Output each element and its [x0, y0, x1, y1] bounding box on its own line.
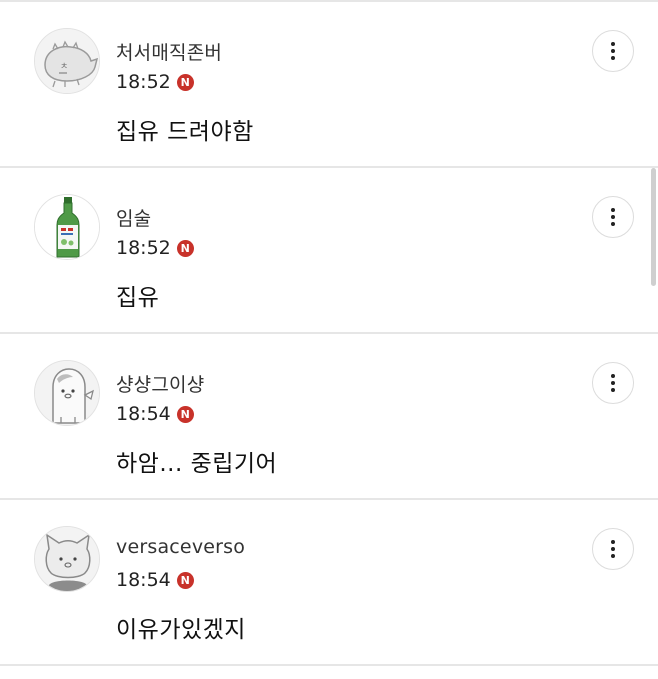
svg-text:ㅊ: ㅊ [60, 62, 68, 72]
more-options-button[interactable] [592, 528, 634, 570]
more-vertical-icon [611, 374, 615, 392]
comment-meta: 18:52 N [116, 69, 194, 95]
more-vertical-icon [611, 208, 615, 226]
comment-time: 18:54 [116, 403, 171, 425]
new-badge: N [176, 239, 194, 257]
comment-item: 샹샹그이샹 18:54 N 하암... 중립기어 [0, 334, 658, 500]
sea-creature-doodle-icon: ㅊ [35, 29, 99, 93]
comment-item: 임술 18:52 N 집유 [0, 168, 658, 334]
more-vertical-icon [611, 540, 615, 558]
new-badge: N [176, 571, 194, 589]
comment-nickname[interactable]: 샹샹그이샹 [116, 370, 204, 397]
avatar[interactable] [34, 194, 100, 260]
soju-bottle-icon [35, 195, 99, 259]
avatar[interactable]: ㅊ [34, 28, 100, 94]
cat-face-icon [35, 527, 99, 591]
comment-text: 이유가있겠지 [116, 617, 246, 643]
new-badge: N [176, 405, 194, 423]
comment-time: 18:54 [116, 569, 171, 591]
avatar[interactable] [34, 360, 100, 426]
comment-text: 하암... 중립기어 [116, 451, 278, 477]
comment-nickname[interactable]: 처서매직존버 [116, 38, 222, 65]
comment-item: ㅊ 처서매직존버 18:52 N 집유 드려야함 [0, 2, 658, 168]
comment-nickname[interactable]: 임술 [116, 204, 151, 231]
comment-nickname[interactable]: versaceverso [116, 536, 245, 558]
comment-meta: 18:52 N [116, 235, 194, 261]
comment-time: 18:52 [116, 237, 171, 259]
comment-meta: 18:54 N [116, 401, 194, 427]
comment-item: versaceverso 18:54 N 이유가있겠지 [0, 500, 658, 666]
comment-text: 집유 드려야함 [116, 119, 254, 145]
more-vertical-icon [611, 42, 615, 60]
more-options-button[interactable] [592, 30, 634, 72]
scrollbar[interactable] [651, 168, 656, 286]
new-badge: N [176, 73, 194, 91]
ghost-character-icon [35, 361, 99, 425]
comment-time: 18:52 [116, 71, 171, 93]
more-options-button[interactable] [592, 196, 634, 238]
more-options-button[interactable] [592, 362, 634, 404]
avatar[interactable] [34, 526, 100, 592]
comment-text: 집유 [116, 285, 160, 311]
comment-meta: 18:54 N [116, 567, 194, 593]
